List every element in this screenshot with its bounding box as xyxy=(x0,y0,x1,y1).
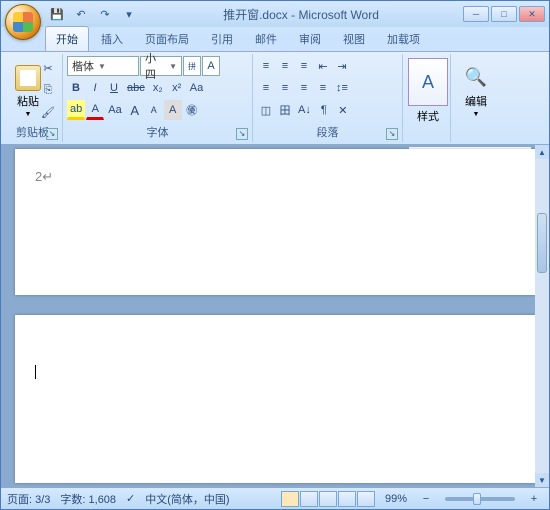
view-full-screen[interactable] xyxy=(300,491,318,507)
numbering-button[interactable]: ≡ xyxy=(276,56,294,76)
qat-customize[interactable]: ▾ xyxy=(119,4,139,24)
paragraph-group-label: 段落 xyxy=(317,127,339,139)
zoom-in-button[interactable]: + xyxy=(525,489,543,509)
zoom-slider[interactable] xyxy=(445,497,515,501)
view-outline[interactable] xyxy=(338,491,356,507)
scroll-thumb[interactable] xyxy=(537,213,547,273)
ribbon-tabs: 开始 插入 页面布局 引用 邮件 审阅 视图 加载项 xyxy=(1,27,549,51)
text-cursor xyxy=(35,365,36,379)
vertical-scrollbar[interactable]: ▲ ▼ xyxy=(535,145,549,487)
char-border-button[interactable]: A xyxy=(202,56,220,76)
font-group-label: 字体 xyxy=(147,127,169,139)
align-right-button[interactable]: ≡ xyxy=(295,78,313,98)
view-print-layout[interactable] xyxy=(281,491,299,507)
tab-review[interactable]: 审阅 xyxy=(289,27,331,51)
document-page-1[interactable]: 2↵ xyxy=(15,149,535,295)
paragraph-dialog-launcher[interactable]: ↘ xyxy=(386,128,398,140)
styles-icon: A xyxy=(408,58,448,106)
highlight-button[interactable]: ab xyxy=(67,100,85,120)
clear-formatting-button[interactable]: Aa xyxy=(187,78,206,98)
line-spacing-button[interactable]: ↕≡ xyxy=(333,78,351,98)
find-icon: 🔍 xyxy=(463,65,489,91)
tab-mailings[interactable]: 邮件 xyxy=(245,27,287,51)
bullets-button[interactable]: ≡ xyxy=(257,56,275,76)
tab-references[interactable]: 引用 xyxy=(201,27,243,51)
sort-button[interactable]: A↓ xyxy=(295,100,314,120)
shrink-font-button[interactable]: A xyxy=(145,100,163,120)
scroll-down-arrow[interactable]: ▼ xyxy=(535,473,549,487)
increase-indent-button[interactable]: ⇥ xyxy=(333,56,351,76)
tab-page-layout[interactable]: 页面布局 xyxy=(135,27,199,51)
strike-button[interactable]: abc xyxy=(124,78,148,98)
align-center-button[interactable]: ≡ xyxy=(276,78,294,98)
zoom-out-button[interactable]: − xyxy=(417,489,435,509)
tab-home[interactable]: 开始 xyxy=(45,26,89,51)
undo-button[interactable]: ↶ xyxy=(71,4,91,24)
enclose-char-button[interactable]: ㊝ xyxy=(183,100,201,120)
justify-button[interactable]: ≡ xyxy=(314,78,332,98)
change-case-button[interactable]: Aa xyxy=(105,100,124,120)
tab-addins[interactable]: 加载项 xyxy=(377,27,430,51)
save-button[interactable]: 💾 xyxy=(47,4,67,24)
redo-button[interactable]: ↷ xyxy=(95,4,115,24)
maximize-button[interactable]: □ xyxy=(491,6,517,22)
office-button[interactable] xyxy=(5,4,41,40)
zoom-level[interactable]: 99% xyxy=(385,493,407,505)
subscript-button[interactable]: x₂ xyxy=(149,78,167,98)
multilevel-list-button[interactable]: ≡ xyxy=(295,56,313,76)
status-word-count[interactable]: 字数: 1,608 xyxy=(60,491,116,507)
window-title: 推开窗.docx - Microsoft Word xyxy=(139,6,463,23)
show-hide-button[interactable]: ¶ xyxy=(315,100,333,120)
decrease-indent-button[interactable]: ⇤ xyxy=(314,56,332,76)
superscript-button[interactable]: x² xyxy=(168,78,186,98)
font-size-combo[interactable]: 小四▼ xyxy=(140,56,182,76)
copy-button[interactable]: ⎘ xyxy=(38,80,58,100)
cut-button[interactable]: ✂ xyxy=(38,58,58,78)
status-proofing-icon[interactable]: ✓ xyxy=(126,492,135,505)
scroll-up-arrow[interactable]: ▲ xyxy=(535,145,549,159)
status-page[interactable]: 页面: 3/3 xyxy=(7,491,50,507)
format-painter-button[interactable]: 🖌 xyxy=(38,102,58,122)
document-page-2[interactable] xyxy=(15,315,535,483)
align-left-button[interactable]: ≡ xyxy=(257,78,275,98)
editing-label: 编辑 xyxy=(465,93,487,109)
editing-button[interactable]: 🔍 编辑 ▼ xyxy=(455,56,497,126)
view-web-layout[interactable] xyxy=(319,491,337,507)
italic-button[interactable]: I xyxy=(86,78,104,98)
asian-layout-button[interactable]: ✕ xyxy=(334,100,352,120)
clipboard-group-label: 剪贴板 xyxy=(16,127,49,139)
tab-insert[interactable]: 插入 xyxy=(91,27,133,51)
view-draft[interactable] xyxy=(357,491,375,507)
font-dialog-launcher[interactable]: ↘ xyxy=(236,128,248,140)
minimize-button[interactable]: ─ xyxy=(463,6,489,22)
tab-view[interactable]: 视图 xyxy=(333,27,375,51)
bold-button[interactable]: B xyxy=(67,78,85,98)
paste-label: 粘贴 xyxy=(17,93,39,109)
zoom-thumb[interactable] xyxy=(473,493,481,505)
shading-button[interactable]: ◫ xyxy=(257,100,275,120)
styles-button[interactable]: A 样式 xyxy=(407,56,449,126)
underline-button[interactable]: U xyxy=(105,78,123,98)
phonetic-guide-button[interactable]: 拼 xyxy=(183,56,201,76)
status-language[interactable]: 中文(简体，中国) xyxy=(145,491,229,507)
clipboard-dialog-launcher[interactable]: ↘ xyxy=(46,128,58,140)
font-name-combo[interactable]: 楷体▼ xyxy=(67,56,139,76)
close-button[interactable]: ✕ xyxy=(519,6,545,22)
font-color-button[interactable]: A xyxy=(86,100,104,120)
grow-font-button[interactable]: A xyxy=(126,100,144,120)
styles-label: 样式 xyxy=(417,108,439,124)
char-shading-button[interactable]: A xyxy=(164,100,182,120)
borders-button[interactable]: 田 xyxy=(276,100,294,120)
